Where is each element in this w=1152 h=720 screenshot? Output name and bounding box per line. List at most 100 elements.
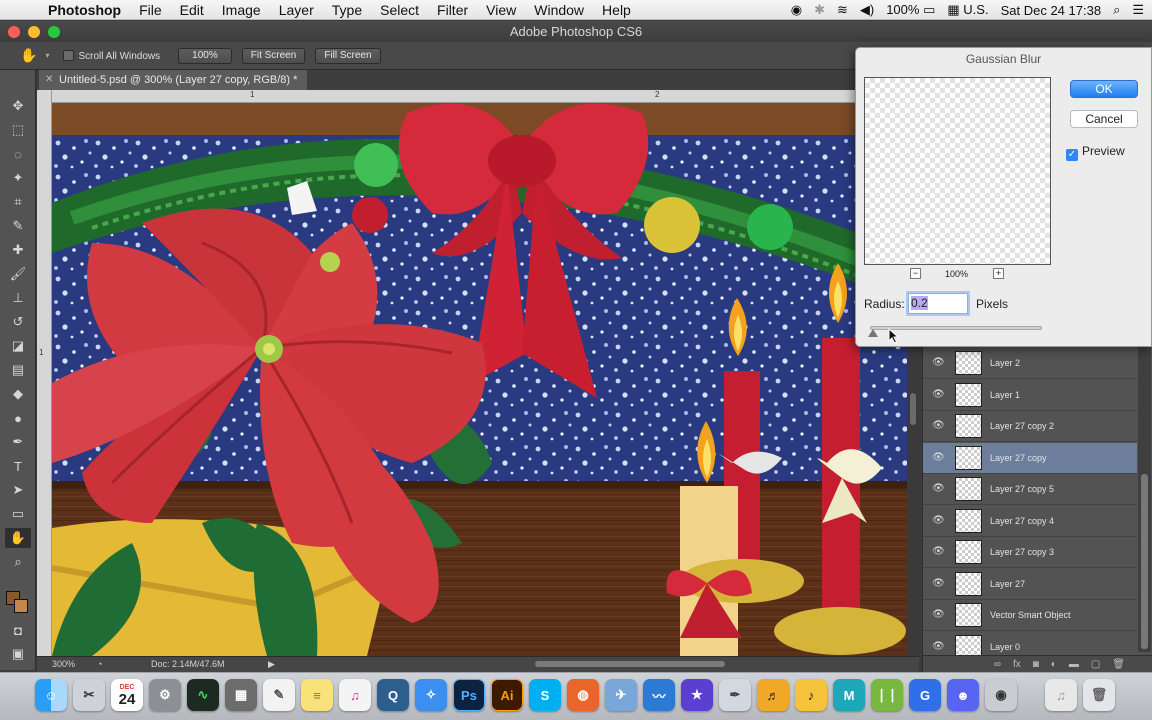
clock[interactable]: Sat Dec 24 17:38	[1001, 3, 1101, 18]
link-layers-icon[interactable]: ∞	[994, 659, 1001, 670]
layer-name[interactable]: Vector Smart Object	[990, 610, 1071, 620]
layers-scroll-thumb[interactable]	[1141, 474, 1148, 649]
marquee-tool-icon[interactable]: ⬚	[5, 120, 31, 140]
activity-monitor-icon[interactable]: ∿	[187, 679, 219, 711]
move-tool-icon[interactable]: ✥	[5, 96, 31, 116]
layer-row[interactable]: 👁 Layer 27 copy 2	[923, 411, 1137, 442]
zoom-tool-icon[interactable]: ⌕	[5, 552, 31, 572]
menu-edit[interactable]: Edit	[171, 2, 213, 18]
menu-view[interactable]: View	[477, 2, 525, 18]
adjustment-layer-icon[interactable]: ◐	[1051, 659, 1057, 670]
discord-icon[interactable]: ☻	[947, 679, 979, 711]
layer-row[interactable]: 👁 Layer 2	[923, 348, 1137, 379]
lasso-tool-icon[interactable]: ◌	[5, 144, 31, 164]
layer-row[interactable]: 👁 Layer 27	[923, 569, 1137, 600]
menu-image[interactable]: Image	[213, 2, 270, 18]
preview-checkbox[interactable]: ✓ Preview	[1066, 144, 1125, 161]
record-icon[interactable]: ◉	[791, 2, 802, 18]
document-tab[interactable]: ✕ Untitled-5.psd @ 300% (Layer 27 copy, …	[39, 70, 308, 90]
finder-icon[interactable]: ☺	[35, 679, 67, 711]
safari-icon[interactable]: ✧	[415, 679, 447, 711]
scroll-all-windows-checkbox[interactable]: Scroll All Windows	[63, 49, 160, 62]
layer-row[interactable]: 👁 Layer 27 copy	[923, 442, 1137, 474]
battery-status[interactable]: 100% ▭	[886, 2, 935, 18]
hand-tool-preset-icon[interactable]: ✋	[20, 47, 37, 64]
visibility-eye-icon[interactable]: 👁	[932, 389, 945, 401]
system-preferences-icon[interactable]: ⚙	[149, 679, 181, 711]
menu-type[interactable]: Type	[323, 2, 371, 18]
close-window-button[interactable]	[8, 26, 20, 38]
menu-select[interactable]: Select	[371, 2, 428, 18]
new-layer-icon[interactable]: ▢	[1091, 659, 1100, 670]
layer-row[interactable]: 👁 Layer 27 copy 4	[923, 506, 1137, 537]
menu-help[interactable]: Help	[593, 2, 640, 18]
layer-name[interactable]: Layer 27 copy 2	[990, 421, 1054, 431]
canvas-horizontal-scroll-thumb[interactable]	[535, 661, 725, 667]
input-source[interactable]: ▦ U.S.	[947, 2, 988, 18]
spotlight-icon[interactable]: ⌕	[1113, 2, 1120, 18]
layer-name[interactable]: Layer 27 copy 5	[990, 484, 1054, 494]
visibility-eye-icon[interactable]: 👁	[932, 420, 945, 432]
ok-button[interactable]: OK	[1070, 80, 1138, 98]
menu-file[interactable]: File	[130, 2, 171, 18]
shape-tool-icon[interactable]: ▭	[5, 504, 31, 524]
menu-layer[interactable]: Layer	[270, 2, 323, 18]
menu-app-photoshop[interactable]: Photoshop	[46, 2, 130, 18]
firefox-icon[interactable]: ◍	[567, 679, 599, 711]
eraser-tool-icon[interactable]: ◪	[5, 336, 31, 356]
photoshop-icon[interactable]: Ps	[453, 679, 485, 711]
fill-screen-button[interactable]: Fill Screen	[315, 47, 381, 64]
garageband-icon[interactable]: ♬	[757, 679, 789, 711]
zoom-level[interactable]: 300%	[52, 659, 75, 669]
trash-icon[interactable]: 🗑	[1083, 679, 1115, 711]
layer-name[interactable]: Layer 2	[990, 358, 1020, 368]
cancel-button[interactable]: Cancel	[1070, 110, 1138, 128]
music-document-icon[interactable]: ♫	[1045, 679, 1077, 711]
visibility-eye-icon[interactable]: 👁	[932, 546, 945, 558]
vertical-ruler[interactable]: 1	[37, 90, 52, 656]
calendar-icon[interactable]: DEC 24	[111, 679, 143, 711]
layer-name[interactable]: Layer 1	[990, 390, 1020, 400]
zoom-window-button[interactable]	[48, 26, 60, 38]
tunes-app-icon[interactable]: ♪	[795, 679, 827, 711]
quick-select-tool-icon[interactable]: ✦	[5, 168, 31, 188]
document-canvas[interactable]	[52, 103, 907, 656]
delete-layer-icon[interactable]: 🗑	[1112, 659, 1125, 670]
menu-window[interactable]: Window	[525, 2, 593, 18]
visibility-eye-icon[interactable]: 👁	[932, 641, 945, 653]
layer-name[interactable]: Layer 27	[990, 579, 1025, 589]
menu-filter[interactable]: Filter	[428, 2, 477, 18]
notes-icon[interactable]: ≡	[301, 679, 333, 711]
preset-dropdown-icon[interactable]: ▾	[45, 51, 49, 60]
clone-stamp-tool-icon[interactable]: ⊥	[5, 288, 31, 308]
doc-info[interactable]: Doc: 2.14M/47.6M	[151, 659, 225, 669]
screenshot-icon[interactable]: ◉	[985, 679, 1017, 711]
pen-tool-icon[interactable]: ✒	[5, 432, 31, 452]
canvas-vertical-scroll-thumb[interactable]	[910, 393, 916, 425]
migration-assistant-icon[interactable]: ✈	[605, 679, 637, 711]
layer-name[interactable]: Layer 0	[990, 642, 1020, 652]
blur-tool-icon[interactable]: ◆	[5, 384, 31, 404]
notification-center-icon[interactable]: ☰	[1132, 2, 1144, 18]
bluetooth-icon[interactable]: ✱	[814, 2, 825, 18]
illustrator-icon[interactable]: Ai	[491, 679, 523, 711]
skype-icon[interactable]: S	[529, 679, 561, 711]
wifi-icon[interactable]: ≋	[837, 2, 848, 18]
visibility-eye-icon[interactable]: 👁	[932, 483, 945, 495]
textedit-icon[interactable]: ✎	[263, 679, 295, 711]
visibility-eye-icon[interactable]: 👁	[932, 609, 945, 621]
layer-name[interactable]: Layer 27 copy	[990, 453, 1047, 463]
layer-name[interactable]: Layer 27 copy 3	[990, 547, 1054, 557]
layer-row[interactable]: 👁 Layer 27 copy 3	[923, 537, 1137, 568]
dodge-tool-icon[interactable]: ●	[5, 408, 31, 428]
visibility-eye-icon[interactable]: 👁	[932, 452, 945, 464]
new-group-icon[interactable]: ▬	[1069, 659, 1079, 670]
gradient-tool-icon[interactable]: ▤	[5, 360, 31, 380]
crop-tool-icon[interactable]: ⌗	[5, 192, 31, 212]
zoom-in-button[interactable]: +	[993, 268, 1004, 279]
wunderlist-icon[interactable]: 〰	[643, 679, 675, 711]
calculator-icon[interactable]: ▦	[225, 679, 257, 711]
history-brush-tool-icon[interactable]: ↺	[5, 312, 31, 332]
hand-tool-icon[interactable]: ✋	[5, 528, 31, 548]
layer-row[interactable]: 👁 Layer 1	[923, 380, 1137, 411]
